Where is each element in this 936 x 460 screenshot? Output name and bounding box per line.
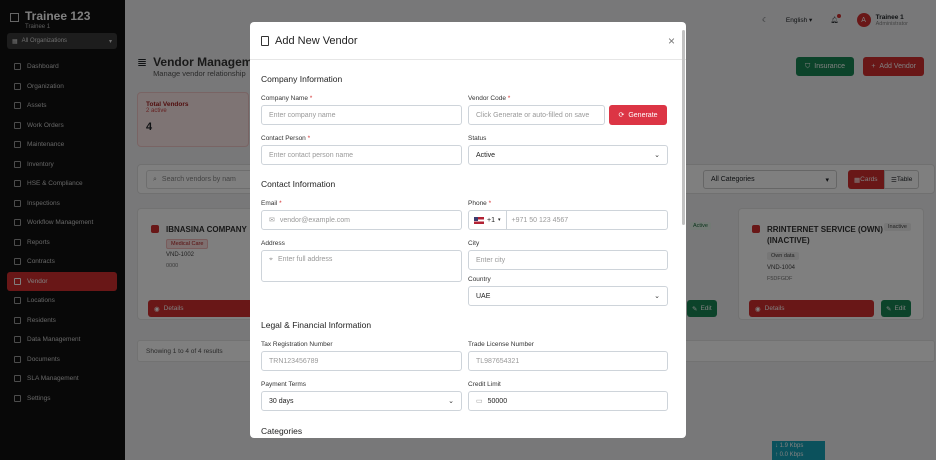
vendor-code-input[interactable]: Click Generate or auto-filled on save: [468, 105, 605, 125]
select-value: Active: [476, 151, 496, 159]
chevron-down-icon: ⌄: [654, 152, 660, 159]
label-text: Email: [261, 200, 278, 207]
envelope-icon: ✉: [269, 217, 275, 224]
generate-label: Generate: [628, 111, 658, 119]
status-label: Status: [468, 135, 487, 142]
trade-license-input[interactable]: TL987654321: [468, 351, 668, 371]
city-label: City: [468, 240, 480, 247]
phone-field[interactable]: +1 ▾ +971 50 123 4567: [468, 210, 668, 230]
modal-scrollbar[interactable]: [681, 30, 686, 436]
address-label: Address: [261, 240, 285, 247]
placeholder: TRN123456789: [269, 357, 319, 365]
email-field[interactable]: ✉ vendor@example.com: [261, 210, 462, 230]
section-contact: Contact Information: [261, 179, 336, 189]
address-textarea[interactable]: ⌖ Enter full address: [261, 250, 462, 282]
section-legal: Legal & Financial Information: [261, 320, 372, 330]
label-text: Phone: [468, 200, 487, 207]
country-code: +1: [487, 216, 495, 224]
placeholder: Enter company name: [269, 111, 336, 119]
section-categories: Categories: [261, 426, 303, 436]
label-text: Contact Person: [261, 135, 306, 142]
input-value: 50000: [487, 397, 508, 405]
company-name-label: Company Name *: [261, 95, 313, 102]
label-text: Vendor Code: [468, 95, 506, 102]
modal-header: Add New Vendor ×: [250, 22, 686, 60]
payment-terms-label: Payment Terms: [261, 381, 307, 388]
placeholder: TL987654321: [476, 357, 520, 365]
close-icon[interactable]: ×: [668, 34, 675, 48]
chevron-down-icon: ⌄: [654, 293, 660, 300]
email-label: Email *: [261, 200, 282, 207]
placeholder: Enter full address: [277, 256, 333, 263]
add-vendor-modal: Add New Vendor × Company Information Com…: [250, 22, 686, 438]
country-select[interactable]: UAE ⌄: [468, 286, 668, 306]
refresh-icon: ⟳: [618, 112, 625, 119]
company-name-input[interactable]: Enter company name: [261, 105, 462, 125]
country-code-select[interactable]: +1 ▾: [474, 211, 507, 229]
money-icon: ▭: [476, 398, 483, 405]
placeholder: Click Generate or auto-filled on save: [476, 111, 590, 119]
vendor-code-label: Vendor Code *: [468, 95, 511, 102]
chevron-down-icon: ▾: [497, 217, 501, 223]
modal-title: Add New Vendor: [275, 34, 358, 47]
contact-person-label: Contact Person *: [261, 135, 311, 142]
location-pin-icon: ⌖: [269, 256, 273, 263]
placeholder: +971 50 123 4567: [511, 216, 569, 224]
placeholder: Enter city: [476, 256, 506, 264]
trn-label: Tax Registration Number: [261, 341, 333, 348]
section-company: Company Information: [261, 74, 343, 84]
label-text: Company Name: [261, 95, 308, 102]
status-select[interactable]: Active ⌄: [468, 145, 668, 165]
credit-limit-label: Credit Limit: [468, 381, 501, 388]
placeholder: vendor@example.com: [279, 216, 351, 224]
scrollbar-thumb[interactable]: [682, 30, 685, 225]
credit-limit-input[interactable]: ▭ 50000: [468, 391, 668, 411]
us-flag-icon: [474, 216, 484, 224]
chevron-down-icon: ⌄: [448, 398, 454, 405]
payment-terms-select[interactable]: 30 days ⌄: [261, 391, 462, 411]
trade-license-label: Trade License Number: [468, 341, 534, 348]
city-input[interactable]: Enter city: [468, 250, 668, 270]
contact-person-input[interactable]: Enter contact person name: [261, 145, 462, 165]
country-label: Country: [468, 276, 491, 283]
phone-label: Phone *: [468, 200, 492, 207]
placeholder: Enter contact person name: [269, 151, 354, 159]
generate-button[interactable]: ⟳ Generate: [609, 105, 667, 125]
select-value: UAE: [476, 292, 491, 300]
select-value: 30 days: [269, 397, 294, 405]
trn-input[interactable]: TRN123456789: [261, 351, 462, 371]
document-icon: [261, 35, 269, 46]
